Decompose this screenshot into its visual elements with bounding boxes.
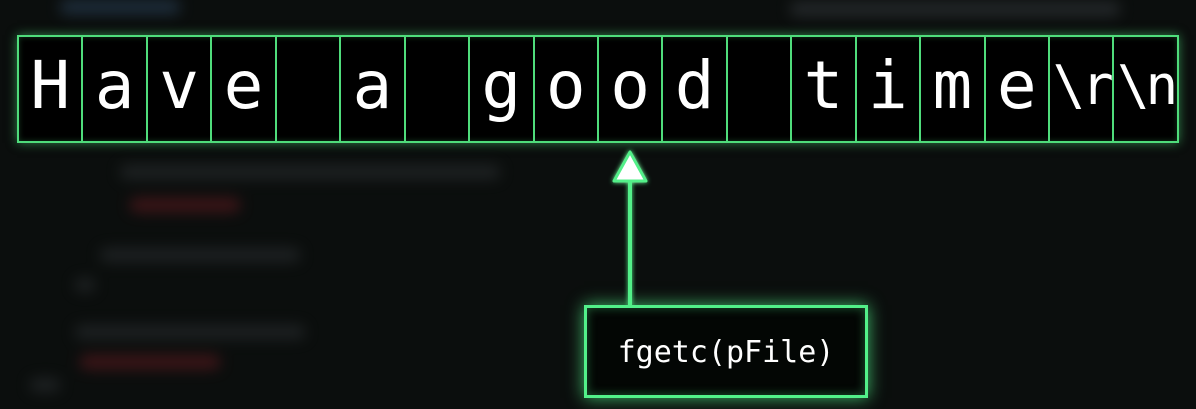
arrow-head-icon: [612, 150, 648, 183]
function-call-box: fgetc(pFile): [584, 305, 868, 398]
function-call-label: fgetc(pFile): [617, 335, 835, 370]
